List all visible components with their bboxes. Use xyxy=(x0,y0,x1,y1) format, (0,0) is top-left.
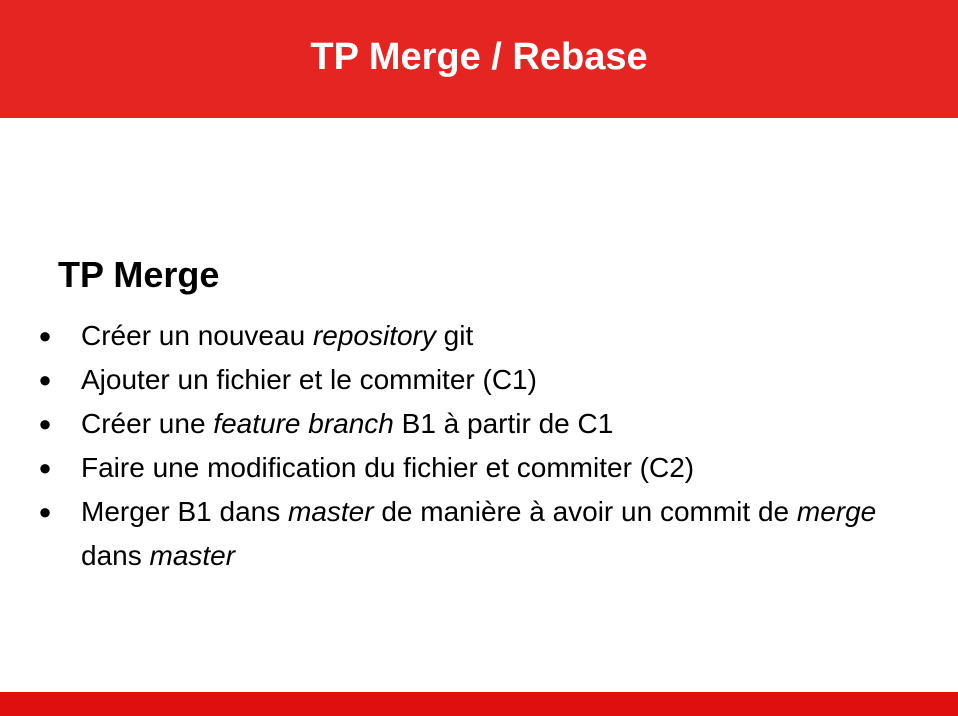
bullet-list: ● Créer un nouveau repository git ● Ajou… xyxy=(36,314,916,578)
bullet-text-segment: Ajouter un fichier et le commiter (C1) xyxy=(81,364,537,395)
header-band: TP Merge / Rebase xyxy=(0,0,958,118)
bullet-text-italic: feature branch xyxy=(213,408,394,439)
bullet-item-1: ● Créer un nouveau repository git xyxy=(36,314,916,358)
bullet-text-italic: repository xyxy=(312,320,436,351)
bullet-dot-icon: ● xyxy=(38,455,52,480)
bullet-dot-icon: ● xyxy=(38,323,52,348)
bullet-text-segment: Créer une xyxy=(81,408,214,439)
bullet-item-3: ● Créer une feature branch B1 à partir d… xyxy=(36,402,916,446)
bullet-text-segment: B1 à partir de C1 xyxy=(393,408,614,439)
bullet-text-italic: merge xyxy=(796,496,877,527)
slide-title: TP Merge / Rebase xyxy=(310,36,648,78)
bullet-text-segment: dans xyxy=(81,540,150,571)
bullet-text-segment: git xyxy=(435,320,474,351)
bullet-item-2: ● Ajouter un fichier et le commiter (C1) xyxy=(36,358,916,402)
bullet-text-segment: Merger B1 dans xyxy=(81,496,288,527)
bullet-text-italic: master xyxy=(149,540,236,571)
bullet-dot-icon: ● xyxy=(38,367,52,392)
bullet-dot-icon: ● xyxy=(38,499,52,524)
bullet-text-italic: master xyxy=(288,496,374,527)
bullet-dot-icon: ● xyxy=(38,411,52,436)
bullet-text-segment: Faire une modification du fichier et com… xyxy=(81,452,695,483)
bullet-text-segment: de manière à avoir un commit de xyxy=(373,496,797,527)
bullet-item-4: ● Faire une modification du fichier et c… xyxy=(36,446,916,490)
footer-band xyxy=(0,692,958,716)
bullet-text-segment: Créer un nouveau xyxy=(81,320,313,351)
bullet-item-5: ● Merger B1 dans master de manière à avo… xyxy=(36,490,916,578)
section-heading: TP Merge xyxy=(58,254,220,295)
